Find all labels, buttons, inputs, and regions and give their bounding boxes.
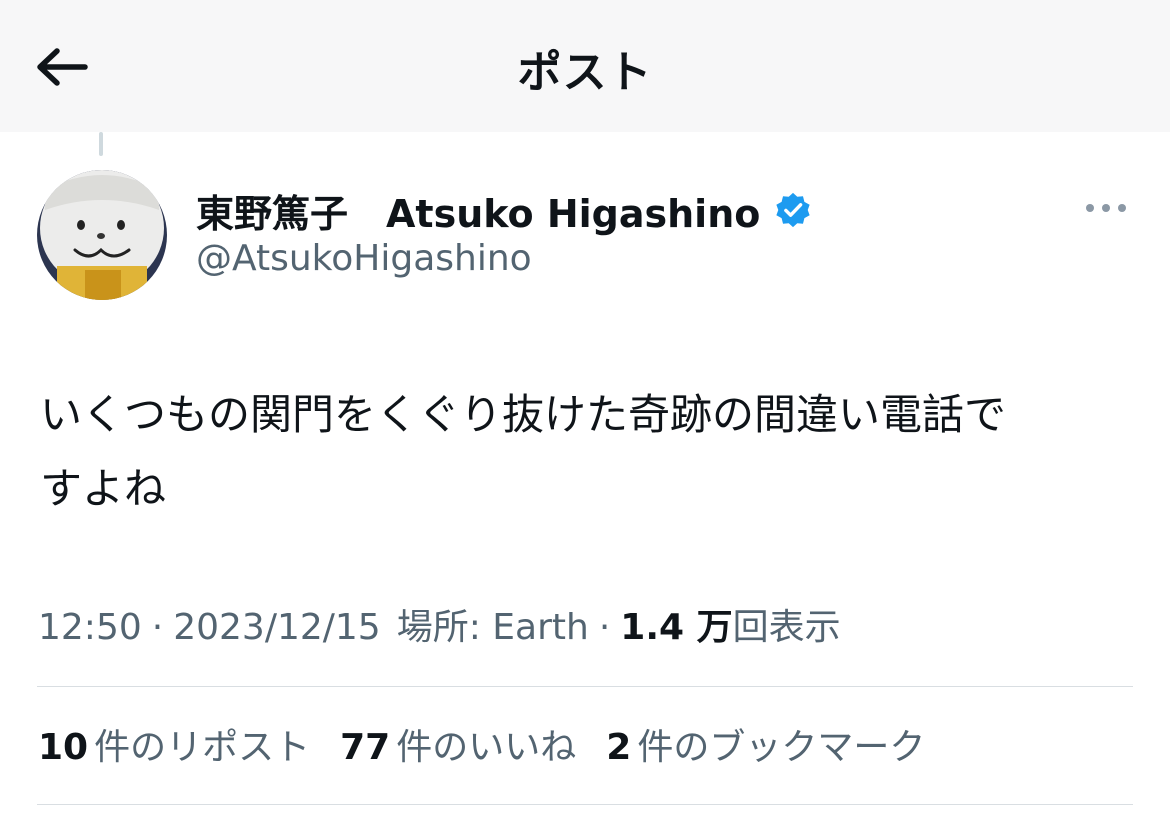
divider (37, 686, 1133, 687)
tweet-location: 場所: Earth (396, 607, 589, 648)
tweet-text-line: すよね (40, 464, 167, 513)
reposts-count: 10 (38, 727, 89, 768)
divider (37, 804, 1133, 805)
bookmarks-stat[interactable]: 2 件のブックマーク (606, 718, 925, 770)
more-options-button[interactable] (1082, 190, 1130, 226)
tweet-date[interactable]: 2023/12/15 (173, 607, 381, 648)
tweet-text: いくつもの関門をくぐり抜けた奇跡の間違い電話で すよね (40, 378, 1140, 526)
more-horizontal-icon (1086, 204, 1126, 212)
avatar-image (37, 170, 167, 300)
reposts-stat[interactable]: 10 件のリポスト (38, 718, 310, 770)
meta-separator: · (151, 607, 164, 648)
verified-badge-icon (776, 192, 810, 228)
likes-stat[interactable]: 77 件のいいね (340, 718, 576, 770)
meta-separator: · (598, 607, 611, 648)
views-label[interactable]: 回表示 (733, 598, 841, 650)
engagement-stats: 10 件のリポスト 77 件のいいね 2 件のブックマーク (38, 718, 955, 770)
top-bar: ポスト (0, 0, 1170, 132)
views-count[interactable]: 1.4 万 (620, 598, 732, 650)
avatar[interactable] (37, 170, 167, 300)
display-name[interactable]: 東野篤子 Atsuko Higashino (196, 183, 760, 238)
tweet-meta: 12:50 · 2023/12/15 場所: Earth · 1.4 万 回表示 (38, 598, 841, 650)
tweet-time[interactable]: 12:50 (38, 607, 142, 648)
author-handle[interactable]: @AtsukoHigashino (196, 238, 532, 279)
bookmarks-count: 2 (606, 727, 632, 768)
thread-connector-line (99, 132, 103, 156)
page-title: ポスト (517, 47, 653, 98)
likes-label: 件のいいね (396, 727, 577, 768)
tweet-text-line: いくつもの関門をくぐり抜けた奇跡の間違い電話で (40, 390, 1007, 439)
author-name-row[interactable]: 東野篤子 Atsuko Higashino (196, 180, 812, 240)
likes-count: 77 (340, 727, 391, 768)
bookmarks-label: 件のブックマーク (637, 727, 926, 768)
reposts-label: 件のリポスト (94, 727, 311, 768)
